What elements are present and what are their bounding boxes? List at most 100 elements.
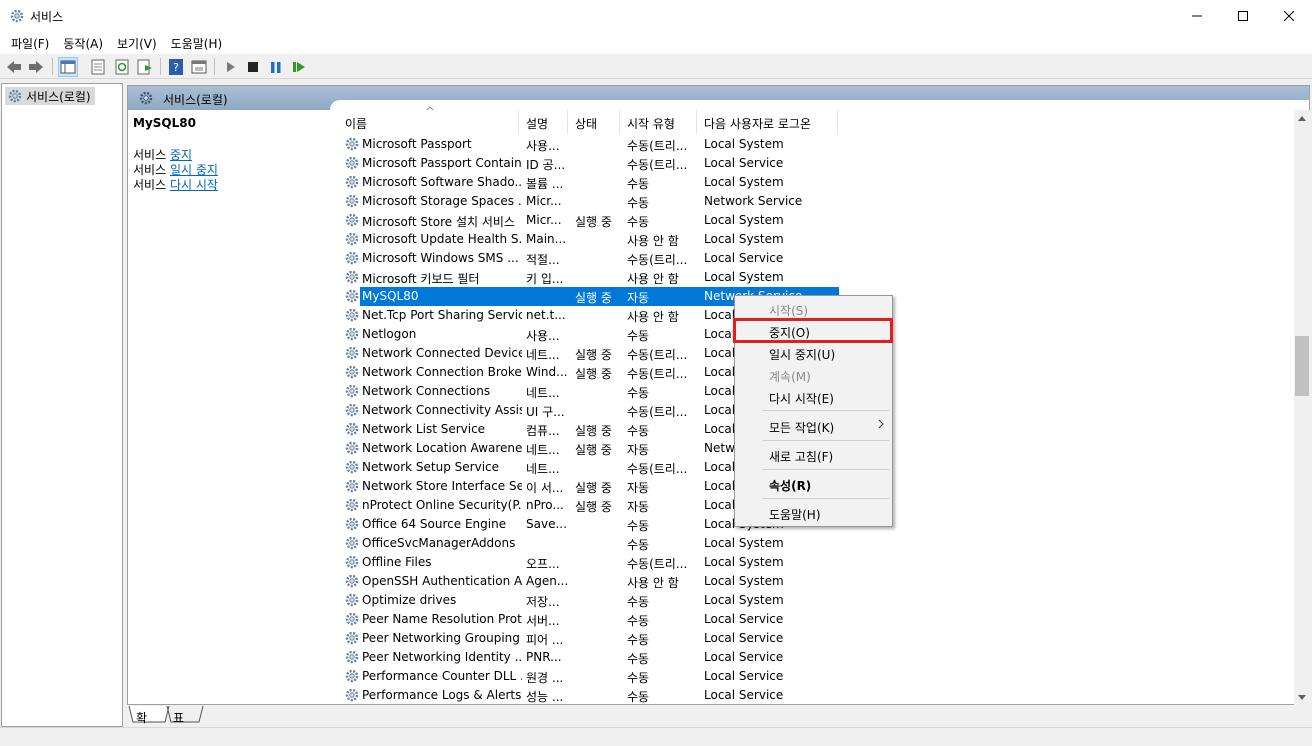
context-menu-pause[interactable]: 일시 중지(U): [735, 342, 892, 364]
menu-view[interactable]: 보기(V): [110, 32, 164, 54]
stop-service-button[interactable]: [243, 57, 263, 77]
scroll-down-button[interactable]: [1294, 689, 1310, 705]
restart-service-link[interactable]: 다시 시작: [170, 178, 218, 192]
properties-view-button[interactable]: [189, 57, 209, 77]
column-header-start-type[interactable]: 시작 유형: [620, 110, 697, 134]
scroll-up-button[interactable]: [1294, 110, 1310, 126]
service-description-cell: 네트...: [526, 443, 560, 457]
service-logon-cell: Local System: [704, 555, 784, 569]
minimize-button[interactable]: [1174, 0, 1220, 32]
context-menu-help[interactable]: 도움말(H): [735, 502, 892, 524]
service-description-cell: nPro...: [526, 498, 564, 512]
scrollbar-thumb[interactable]: [1295, 336, 1309, 396]
service-name-cell: Network Connectivity Assis...: [362, 403, 522, 417]
service-start-type-cell: 수동: [627, 538, 650, 552]
context-menu-start: 시작(S): [769, 304, 809, 318]
tab-extended[interactable]: 확장: [136, 706, 147, 742]
context-menu-properties[interactable]: 속성(R): [735, 473, 892, 495]
service-name-cell: Microsoft Storage Spaces ...: [362, 194, 522, 208]
start-service-button[interactable]: [221, 57, 241, 77]
context-menu-separator: [763, 498, 889, 499]
close-button[interactable]: [1266, 0, 1312, 32]
service-name-cell: Peer Name Resolution Prot...: [362, 612, 522, 626]
restart-service-button[interactable]: [289, 57, 309, 77]
header-curve: [330, 100, 1309, 110]
service-start-type-cell: 수동(트리...: [627, 557, 688, 571]
maximize-button[interactable]: [1220, 0, 1266, 32]
action-line-restart: 서비스 다시 시작: [133, 178, 218, 192]
service-logon-cell: Local System: [704, 213, 784, 227]
service-logon-cell: Local System: [704, 137, 784, 151]
service-row[interactable]: Peer Networking Grouping 피어 ... 수동 Local Se…: [338, 629, 1294, 648]
service-gear-icon: [345, 479, 359, 493]
service-gear-icon: [345, 232, 359, 246]
service-gear-icon: [345, 194, 359, 208]
service-start-type-cell: 자동: [627, 443, 650, 457]
context-menu-refresh[interactable]: 새로 고침(F): [735, 444, 892, 466]
service-row[interactable]: Microsoft Update Health S... Main... 사용 안 …: [338, 230, 1294, 249]
back-button[interactable]: [4, 57, 24, 77]
service-row[interactable]: Microsoft Windows SMS ... 적절... 수동(트리... Lo…: [338, 249, 1294, 268]
service-name-cell: Microsoft Passport Container: [362, 156, 522, 170]
stop-service-link[interactable]: 중지: [170, 148, 192, 162]
service-name-cell: OpenSSH Authentication A...: [362, 574, 522, 588]
service-gear-icon: [345, 498, 359, 512]
service-row[interactable]: Microsoft 키보드 필터 키 입... 사용 안 함 Local System: [338, 268, 1294, 287]
service-row[interactable]: Microsoft Storage Spaces ... Micr... 수동 Net…: [338, 192, 1294, 211]
toolbar-separator: [52, 58, 53, 75]
service-name-cell: Peer Networking Grouping: [362, 631, 520, 645]
refresh-button[interactable]: [112, 57, 132, 77]
service-name-cell: Network Connection Broker: [362, 365, 522, 379]
service-gear-icon: [345, 156, 359, 170]
context-menu-restart[interactable]: 다시 시작(E): [735, 386, 892, 408]
service-start-type-cell: 수동: [627, 652, 650, 666]
service-logon-cell: Local System: [704, 574, 784, 588]
service-row[interactable]: Offline Files 오프... 수동(트리... Local System: [338, 553, 1294, 572]
service-gear-icon: [345, 460, 359, 474]
panel-header-title: 서비스(로컬): [163, 93, 228, 107]
service-row[interactable]: Microsoft Software Shado... 볼륨 ... 수동 Local…: [338, 173, 1294, 192]
service-start-type-cell: 수동(트리...: [627, 253, 688, 267]
play-icon: [227, 62, 235, 72]
service-row[interactable]: Microsoft Store 설치 서비스 Micr... 실행 중 수동 Local…: [338, 211, 1294, 230]
service-row[interactable]: OpenSSH Authentication A... Agen... 사용 안 함…: [338, 572, 1294, 591]
service-row[interactable]: Microsoft Passport 사용... 수동(트리... Local Sys…: [338, 135, 1294, 154]
service-row[interactable]: Optimize drives 저장... 수동 Local System: [338, 591, 1294, 610]
menu-bar: 파일(F) 동작(A) 보기(V) 도움말(H): [0, 32, 1312, 54]
forward-button[interactable]: [26, 57, 46, 77]
service-row[interactable]: Performance Logs & Alerts 성능 ... 수동 Local S…: [338, 686, 1294, 705]
service-name-cell: Microsoft Store 설치 서비스: [362, 215, 515, 229]
service-row[interactable]: Peer Name Resolution Prot... 서버... 수동 Local…: [338, 610, 1294, 629]
help-button[interactable]: ?: [166, 57, 186, 77]
service-description-cell: 서버...: [526, 614, 560, 628]
service-gear-icon: [345, 289, 359, 303]
pause-service-link[interactable]: 일시 중지: [170, 163, 218, 177]
column-header-description[interactable]: 설명: [519, 110, 568, 134]
column-header-status[interactable]: 상태: [568, 110, 620, 134]
service-row[interactable]: Peer Networking Identity ... PNR... 수동 Loca…: [338, 648, 1294, 667]
service-row[interactable]: Performance Counter DLL ... 원경 ... 수동 Local…: [338, 667, 1294, 686]
vertical-scrollbar[interactable]: [1294, 110, 1310, 705]
service-name-cell: MySQL80: [362, 289, 419, 303]
export-button[interactable]: [135, 57, 155, 77]
tab-standard[interactable]: 표준: [173, 706, 184, 742]
show-hide-console-tree-button[interactable]: [58, 57, 78, 77]
service-description-cell: 이 서...: [526, 481, 564, 495]
export-list-button[interactable]: [88, 57, 108, 77]
pause-service-button[interactable]: [266, 57, 286, 77]
service-row[interactable]: Microsoft Passport Container ID 공... 수동(트리…: [338, 154, 1294, 173]
service-gear-icon: [345, 137, 359, 151]
service-start-type-cell: 수동: [627, 671, 650, 685]
column-header-logon[interactable]: 다음 사용자로 로그온: [697, 110, 838, 134]
context-menu-all-tasks[interactable]: 모든 작업(K): [735, 415, 892, 437]
column-header-name[interactable]: 이름: [338, 110, 519, 134]
menu-action[interactable]: 동작(A): [56, 32, 110, 54]
service-name-cell: Microsoft 키보드 필터: [362, 272, 480, 286]
service-description-cell: net.t...: [526, 308, 566, 322]
tree-node-services-local[interactable]: 서비스(로컬): [5, 87, 95, 105]
menu-help[interactable]: 도움말(H): [164, 32, 230, 54]
service-row[interactable]: OfficeSvcManagerAddons 수동 Local System: [338, 534, 1294, 553]
menu-file[interactable]: 파일(F): [4, 32, 56, 54]
service-gear-icon: [345, 650, 359, 664]
service-description-cell: Main...: [526, 232, 567, 246]
